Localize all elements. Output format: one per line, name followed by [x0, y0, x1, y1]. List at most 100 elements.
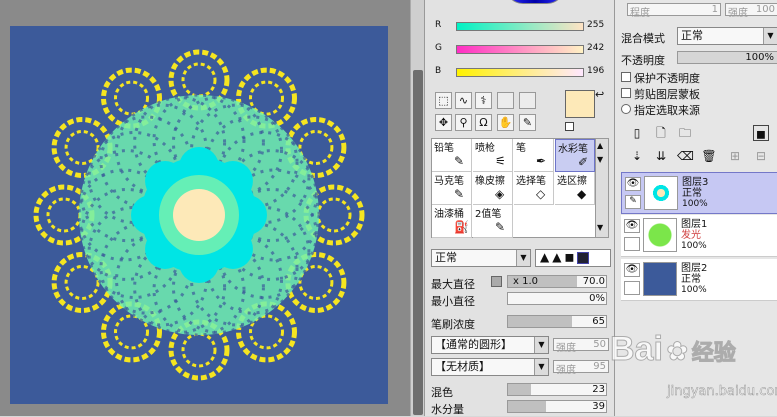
clear-layer-icon[interactable]: ⌫ — [677, 148, 694, 164]
eye-icon[interactable]: 👁 — [624, 263, 640, 277]
select-eraser-icon: ◆ — [577, 187, 587, 201]
layer-opacity: 100% — [681, 241, 707, 251]
layer-mode: 正常 — [681, 274, 701, 285]
apply-mask-icon[interactable]: ⊞ — [727, 148, 743, 164]
canvas-scrollbar[interactable] — [410, 0, 424, 416]
brush-cell[interactable]: 马克笔 ✎ — [432, 172, 472, 205]
tool-panel: R 255 G 242 B 196 ⬚ ∿ ⚕ ✥ ⚲ Ω ✋ ✎ ↩ 铅笔 ✎ 喷… — [424, 0, 614, 416]
layer-thumbnail — [643, 262, 677, 296]
brush-label: 油漆桶 — [434, 209, 464, 220]
texture-strength-bar[interactable]: 强度 95 — [553, 360, 609, 376]
brush-label: 选择笔 — [516, 176, 546, 187]
layer-name: 图层1 — [681, 219, 708, 230]
color-wheel[interactable] — [505, 0, 565, 4]
foreground-color-swatch[interactable] — [565, 90, 595, 118]
slider-b-label: B — [435, 66, 442, 76]
source-select-label: 指定选取来源 — [634, 104, 700, 117]
brush-cell[interactable]: 水彩笔 ✐ — [555, 139, 595, 172]
empty-slot-icon[interactable] — [497, 92, 514, 109]
delete-mask-icon[interactable]: ⊟ — [753, 148, 769, 164]
layer-row[interactable]: 👁 ✎ 图层3 正常 100% — [621, 172, 777, 214]
scrollbar-thumb[interactable] — [413, 70, 423, 415]
brush-blend-dropdown[interactable]: 正常 ▼ — [431, 249, 531, 267]
eyedropper-icon[interactable]: ✎ — [519, 114, 536, 131]
brush-cell[interactable]: 选区擦 ◆ — [555, 172, 595, 205]
canvas-paper[interactable] — [10, 26, 388, 404]
layer-name: 图层3 — [682, 177, 709, 188]
texture-strength-label: 强度 — [556, 365, 576, 376]
slider-b-track[interactable] — [456, 68, 584, 77]
merge-down-icon[interactable]: ⇊ — [653, 148, 669, 164]
brush-cell[interactable]: 选择笔 ◇ — [514, 172, 554, 205]
brush-grid-scrollbar[interactable]: ▲ ▼ ▼ — [595, 138, 609, 238]
layer-mode: 发光 — [681, 230, 701, 241]
brush-shape-dropdown[interactable]: 【通常的圆形】 ▼ — [431, 336, 549, 354]
layer-thumbnail — [644, 176, 678, 210]
protect-opacity-label: 保护不透明度 — [634, 72, 700, 85]
layer-mask-icon[interactable]: ◼ — [753, 125, 769, 141]
brush-cell[interactable]: 油漆桶 ⛽ — [432, 205, 472, 238]
new-layer-icon[interactable]: ▯ — [629, 125, 645, 141]
water-label: 水分量 — [431, 403, 464, 416]
size-lock-icon[interactable] — [491, 276, 502, 287]
new-linework-layer-icon[interactable]: 🗋 — [653, 125, 669, 141]
opacity-value: 100% — [745, 52, 774, 63]
opacity-bar[interactable]: 100% — [677, 51, 777, 64]
swap-colors-icon[interactable]: ↩ — [595, 88, 604, 101]
layer-strength-field[interactable]: 强度 100 — [725, 3, 777, 19]
hand-icon[interactable]: ✋ — [497, 114, 514, 131]
eye-icon[interactable]: 👁 — [625, 177, 641, 191]
slider-r-label: R — [435, 20, 442, 30]
zoom-icon[interactable]: ⚲ — [455, 114, 472, 131]
pen-icon: ✒ — [536, 154, 547, 168]
shape-strength-bar[interactable]: 强度 50 — [553, 338, 609, 354]
slider-g-label: G — [435, 43, 442, 53]
slider-r-value: 255 — [587, 20, 605, 30]
layer-row[interactable]: 👁 图层2 正常 100% — [621, 259, 777, 301]
slider-r-track[interactable] — [456, 22, 584, 31]
texture-dropdown[interactable]: 【无材质】 ▼ — [431, 358, 549, 376]
default-colors-icon[interactable] — [565, 122, 574, 131]
lock-icon[interactable] — [624, 281, 640, 295]
brush-cell[interactable]: 2值笔 ✎ — [473, 205, 513, 238]
watercolor-icon: ✐ — [578, 155, 589, 169]
magic-wand-icon[interactable]: ⚕ — [475, 92, 492, 109]
lock-icon[interactable] — [624, 237, 640, 251]
layer-name: 图层2 — [681, 263, 708, 274]
empty-slot-icon[interactable] — [519, 92, 536, 109]
layer-mode: 正常 — [682, 188, 702, 199]
rotate-icon[interactable]: Ω — [475, 114, 492, 131]
layer-strength-value: 100 — [755, 4, 775, 15]
lasso-icon[interactable]: ∿ — [455, 92, 472, 109]
brush-tip-selector[interactable]: ▲▲◼ — [535, 249, 611, 267]
brush-cell[interactable]: 橡皮擦 ◈ — [473, 172, 513, 205]
max-size-label: 最大直径 — [431, 278, 475, 291]
clip-mask-checkbox[interactable] — [621, 88, 631, 98]
brush-label: 2值笔 — [475, 209, 502, 220]
watermark: Bai ✿ 经验 — [610, 330, 737, 369]
shape-strength-value: 50 — [593, 339, 606, 350]
eye-icon[interactable]: 👁 — [624, 219, 640, 233]
slider-g-track[interactable] — [456, 45, 584, 54]
layer-density-field[interactable]: 程度 1 — [627, 3, 721, 19]
blend-mode-dropdown[interactable]: 正常 ▼ — [677, 27, 777, 45]
delete-layer-icon[interactable]: 🗑 — [701, 148, 717, 164]
chevron-down-icon: ▼ — [516, 250, 530, 266]
brush-lock-icon[interactable]: ✎ — [625, 195, 641, 209]
protect-opacity-checkbox[interactable] — [621, 72, 631, 82]
slider-r[interactable]: R 255 — [431, 20, 609, 34]
transfer-down-icon[interactable]: ⇣ — [629, 148, 645, 164]
brush-cell[interactable]: 喷枪 ⚟ — [473, 139, 513, 172]
new-folder-icon[interactable]: 🗀 — [677, 125, 693, 141]
canvas-area[interactable] — [0, 0, 410, 416]
min-size-label: 最小直径 — [431, 295, 475, 308]
layer-density-value: 1 — [711, 4, 718, 15]
layer-row[interactable]: 👁 图层1 发光 100% — [621, 215, 777, 257]
rect-select-icon[interactable]: ⬚ — [435, 92, 452, 109]
brush-cell[interactable]: 笔 ✒ — [514, 139, 554, 172]
slider-g[interactable]: G 242 — [431, 43, 609, 57]
move-icon[interactable]: ✥ — [435, 114, 452, 131]
brush-cell[interactable]: 铅笔 ✎ — [432, 139, 472, 172]
slider-b[interactable]: B 196 — [431, 66, 609, 80]
source-select-radio[interactable] — [621, 104, 631, 114]
